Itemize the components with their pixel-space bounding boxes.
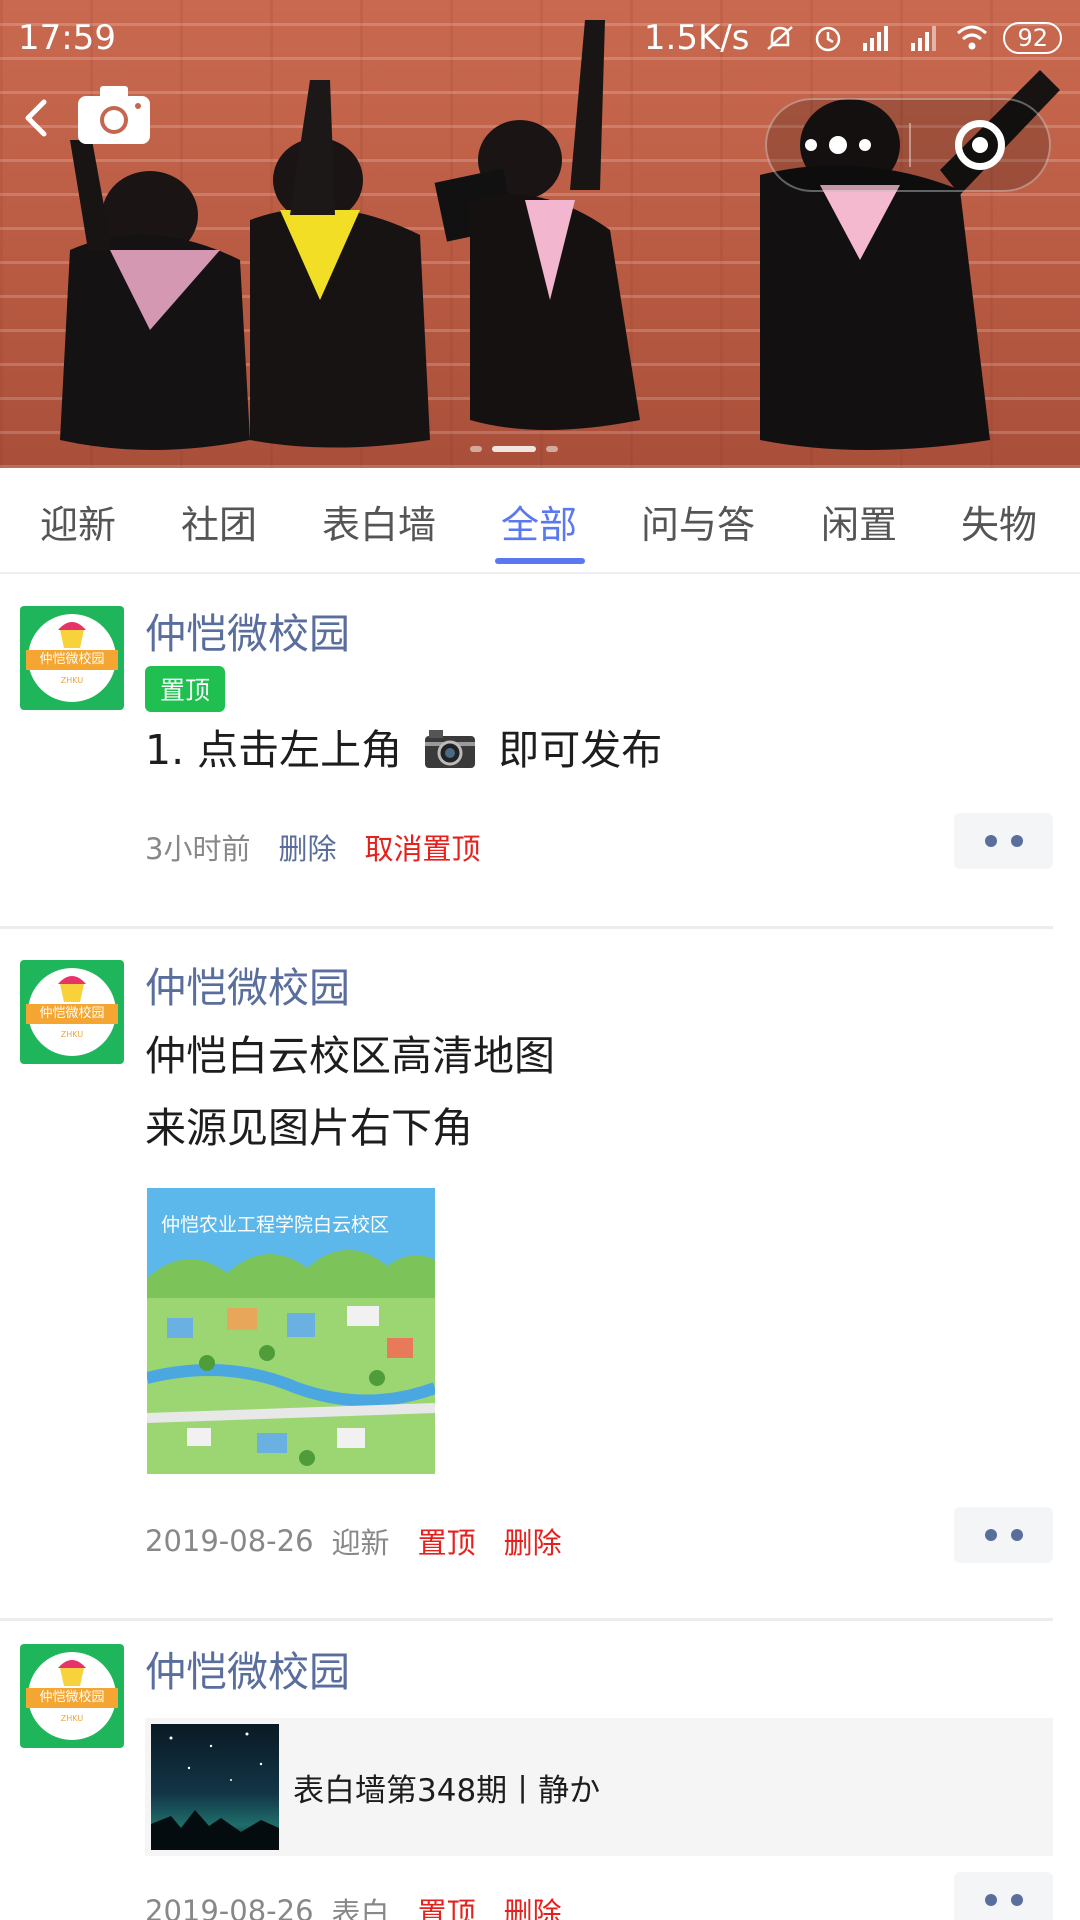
camera-icon[interactable] <box>76 84 152 146</box>
carousel-indicator <box>470 446 558 452</box>
post-meta: 2019-08-26 迎新 置顶 删除 <box>145 1520 562 1562</box>
post-divider <box>0 926 1053 929</box>
post-time: 3小时前 <box>145 832 251 866</box>
pin-link[interactable]: 置顶 <box>418 1520 476 1562</box>
carousel-dot-active <box>492 446 536 452</box>
post-category: 迎新 <box>331 1526 390 1560</box>
battery-icon: 92 <box>1003 22 1062 54</box>
carousel-dot <box>470 446 482 452</box>
tab-second-hand[interactable]: 闲置 <box>821 468 897 574</box>
post-content-line: 仲恺白云校区高清地图 <box>145 1032 555 1080</box>
delete-link[interactable]: 删除 <box>504 1890 562 1920</box>
cupcake-icon <box>58 976 86 1002</box>
delete-link[interactable]: 删除 <box>278 826 336 868</box>
unpin-link[interactable]: 取消置顶 <box>364 826 480 868</box>
avatar[interactable]: 仲恺微校园 ZHKU <box>20 1644 124 1748</box>
image-caption: 仲恺农业工程学院白云校区 <box>161 1214 390 1236</box>
post-author[interactable]: 仲恺微校园 <box>145 1638 350 1698</box>
post-meta: 2019-08-26 表白 置顶 删除 <box>145 1890 562 1920</box>
post-category: 表白 <box>331 1896 390 1920</box>
signal-icon <box>863 26 889 51</box>
starry-night-image <box>151 1732 279 1850</box>
post-meta: 3小时前 删除 取消置顶 <box>145 826 480 868</box>
status-bar: 17:59 1.5K/s 92 <box>0 0 1080 76</box>
category-tabs: 迎新 社团 表白墙 全部 问与答 闲置 失物 <box>0 468 1080 574</box>
pinned-badge: 置顶 <box>145 666 225 712</box>
article-card[interactable]: 表白墙第348期丨静か <box>145 1718 1053 1856</box>
net-speed: 1.5K/s <box>643 18 750 58</box>
avatar[interactable]: 仲恺微校园 ZHKU <box>20 960 124 1064</box>
wifi-icon <box>957 25 988 50</box>
post-author[interactable]: 仲恺微校园 <box>145 954 350 1014</box>
camera-emoji-icon <box>425 730 476 768</box>
post-more-button[interactable] <box>954 1872 1053 1920</box>
post-time: 2019-08-26 <box>145 1524 314 1558</box>
mute-bell-icon <box>767 26 794 50</box>
tab-clubs[interactable]: 社团 <box>181 468 257 574</box>
tab-qa[interactable]: 问与答 <box>641 468 755 574</box>
carousel-dot <box>546 446 558 452</box>
status-time: 17:59 <box>18 18 116 58</box>
tab-welcome[interactable]: 迎新 <box>40 468 116 574</box>
post-image[interactable]: 仲恺农业工程学院白云校区 <box>147 1188 435 1474</box>
signal-icon <box>911 26 937 51</box>
tab-confession-wall[interactable]: 表白墙 <box>322 468 436 574</box>
post-author[interactable]: 仲恺微校园 <box>145 600 350 660</box>
delete-link[interactable]: 删除 <box>504 1520 562 1562</box>
active-tab-indicator <box>495 558 585 564</box>
article-thumbnail <box>151 1724 279 1850</box>
post-time: 2019-08-26 <box>145 1894 314 1920</box>
post-more-button[interactable] <box>954 813 1053 869</box>
alarm-icon <box>816 26 841 52</box>
post-content: 1. 点击左上角 即可发布 <box>145 726 663 774</box>
pin-link[interactable]: 置顶 <box>418 1890 476 1920</box>
cupcake-icon <box>58 622 86 648</box>
more-dots-icon[interactable] <box>767 100 909 190</box>
tab-lost-found[interactable]: 失物 <box>961 468 1037 574</box>
cupcake-icon <box>58 1660 86 1686</box>
target-close-icon[interactable] <box>911 100 1049 190</box>
avatar[interactable]: 仲恺微校园 ZHKU <box>20 606 124 710</box>
post-divider <box>0 1618 1053 1621</box>
mini-program-capsule <box>765 98 1051 192</box>
back-arrow-icon[interactable] <box>10 88 66 148</box>
post-content-line: 来源见图片右下角 <box>145 1104 473 1152</box>
post-more-button[interactable] <box>954 1507 1053 1563</box>
article-title: 表白墙第348期丨静か <box>293 1772 601 1809</box>
banner-image[interactable]: 17:59 1.5K/s 92 <box>0 0 1080 468</box>
